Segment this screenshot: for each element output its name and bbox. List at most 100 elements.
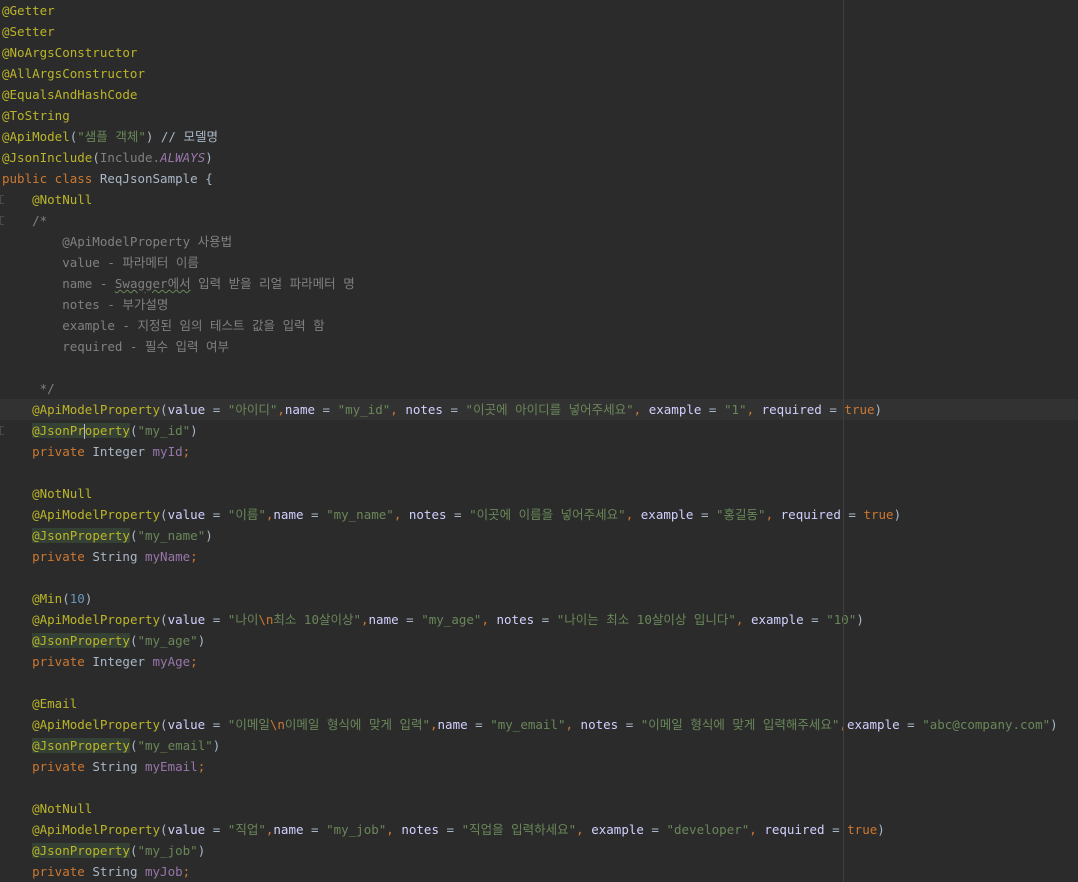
code-line[interactable] [0,462,1078,483]
parameter-token: notes [580,717,619,732]
keyword-token: , [576,822,592,837]
code-line[interactable]: @NotNull [0,189,1078,210]
string-token: "아이디" [227,402,278,417]
parameter-token: name [273,822,304,837]
code-line[interactable]: @ToString [0,105,1078,126]
string-token: "my_name" [137,528,206,543]
text-token: ( [92,150,100,165]
code-line[interactable]: @JsonProperty("my_email") [0,735,1078,756]
code-line[interactable]: @Setter [0,21,1078,42]
code-line[interactable]: /* [0,210,1078,231]
field-token: myAge [152,654,191,669]
code-line[interactable]: @ApiModelProperty 사용법 [0,231,1078,252]
code-area[interactable]: @Getter @Setter @NoArgsConstructor @AllArgs… [0,0,1078,882]
code-line[interactable]: @NotNull [0,798,1078,819]
code-line[interactable]: private String myJob; [0,861,1078,882]
string-token: "abc@company.com" [922,717,1051,732]
text-token: = [439,822,462,837]
text-token: = [693,507,717,522]
parameter-token: value [167,507,206,522]
keyword-token: , [390,402,406,417]
annotation-token: @EqualsAndHashCode [2,87,138,102]
code-line[interactable]: example - 지정된 임의 테스트 값을 입력 함 [0,315,1078,336]
code-line[interactable]: @ApiModel("샘플 객체") // 모델명 [0,126,1078,147]
string-token: "my_job" [137,843,198,858]
code-line[interactable]: @NotNull [0,483,1078,504]
code-line[interactable]: */ [0,378,1078,399]
code-line[interactable]: @AllArgsConstructor [0,63,1078,84]
text-token: = [534,612,557,627]
code-line[interactable]: @ApiModelProperty(value = "이메일\n이메일 형식에 … [0,714,1078,735]
code-line[interactable]: @JsonProperty("my_id") [0,420,1078,441]
text-token: Integer [92,444,153,459]
text-token: ReqJsonSample { [99,171,213,186]
code-line[interactable] [0,777,1078,798]
parameter-token: name [368,612,399,627]
string-token: "my_email" [490,717,566,732]
code-line[interactable]: private String myEmail; [0,756,1078,777]
annotation-token: operty [84,423,130,438]
string-token: "1" [723,402,747,417]
annotation-token: @ApiModelProperty [32,402,161,417]
code-editor[interactable]: @Getter @Setter @NoArgsConstructor @AllArgs… [0,0,1078,882]
string-token: "my_job" [326,822,387,837]
code-line[interactable]: private String myName; [0,546,1078,567]
text-token: ( [160,822,168,837]
code-line[interactable]: @JsonProperty("my_name") [0,525,1078,546]
annotation-token: @ApiModelProperty [32,717,161,732]
text-token: ) [877,822,885,837]
code-line[interactable]: @JsonInclude(Include.ALWAYS) [0,147,1078,168]
parameter-token: notes [401,822,439,837]
keyword-token: , [277,402,285,417]
code-line[interactable]: @Email [0,693,1078,714]
text-token: = [803,612,827,627]
parameter-token: value [167,822,206,837]
code-line[interactable]: @ApiModelProperty(value = "이름", name = "m… [0,504,1078,525]
keyword-token: true [844,402,875,417]
code-line[interactable]: @ApiModelProperty(value = "직업", name = "m… [0,819,1078,840]
string-token: "이곳에 이름을 넣어주세요" [469,507,626,522]
code-line[interactable]: notes - 부가설명 [0,294,1078,315]
text-token: = [205,402,228,417]
code-line[interactable]: @JsonProperty("my_age") [0,630,1078,651]
code-line[interactable] [0,567,1078,588]
code-line[interactable]: @NoArgsConstructor [0,42,1078,63]
text-token: ) [856,612,864,627]
code-line[interactable]: public class ReqJsonSample { [0,168,1078,189]
code-line[interactable]: @ApiModelProperty(value = "나이\n최소 10살이상"… [0,609,1078,630]
string-token: "홍길동" [716,507,766,522]
code-line[interactable]: @Getter [0,0,1078,21]
code-line[interactable]: value - 파라메터 이름 [0,252,1078,273]
code-line[interactable]: @ApiModelProperty(value = "아이디",name = "… [0,399,1078,420]
code-line[interactable]: @Min(10) [0,588,1078,609]
code-line[interactable]: @JsonProperty("my_job") [0,840,1078,861]
code-line[interactable]: required - 필수 입력 여부 [0,336,1078,357]
keyword-token: , [361,612,369,627]
code-line[interactable]: @EqualsAndHashCode [0,84,1078,105]
code-line[interactable] [0,672,1078,693]
text-token: = [643,822,667,837]
text-token: ( [160,402,168,417]
keyword-token: , [735,612,751,627]
annotation-token: @ApiModelProperty [32,612,161,627]
annotation-token: @NotNull [32,486,93,501]
fold-marker-icon[interactable] [0,216,4,225]
parameter-token: notes [408,507,447,522]
escape-token: \n [258,612,274,627]
code-line[interactable]: private Integer myId; [0,441,1078,462]
code-line[interactable]: name - Swagger에서 입력 받을 리얼 파라메터 명 [0,273,1078,294]
text-token: ) [190,423,198,438]
text-token: ) [874,402,883,417]
fold-marker-icon[interactable] [0,426,4,435]
annotation-token: @ApiModelProperty [32,822,161,837]
fold-marker-icon[interactable] [0,195,4,204]
code-line[interactable]: private Integer myAge; [0,651,1078,672]
code-line[interactable] [0,357,1078,378]
